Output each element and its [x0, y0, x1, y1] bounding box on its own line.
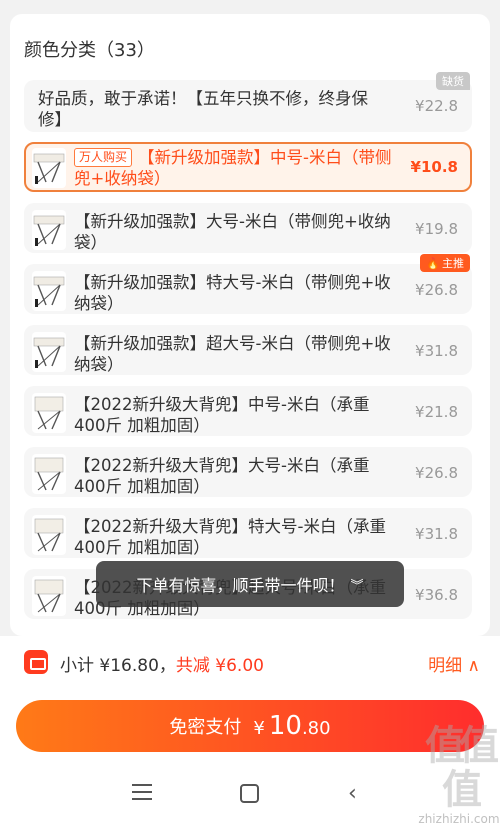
product-thumbnail	[32, 515, 66, 555]
recommended-badge: 🔥 主推	[420, 254, 470, 272]
option-item[interactable]: 【新升级加强款】超大号-米白（带侧兜+收纳袋） ¥31.8	[24, 325, 472, 375]
coupon-icon	[24, 650, 48, 674]
option-price: ¥31.8	[415, 342, 458, 360]
option-price: ¥22.8	[415, 97, 458, 115]
option-item[interactable]: 【2022新升级大背兜】中号-米白（承重400斤 加粗加固） ¥21.8	[24, 386, 472, 436]
product-thumbnail	[32, 332, 66, 372]
product-thumbnail	[32, 148, 66, 188]
watermark-text: zhizhizhi.com	[418, 812, 500, 824]
pay-currency: ¥	[253, 718, 265, 739]
option-label: 万人购买 【新升级加强款】中号-米白（带侧兜+收纳袋）	[74, 147, 394, 189]
option-label: 【新升级加强款】大号-米白（带侧兜+收纳袋）	[74, 212, 391, 252]
pay-amount-dec: .80	[301, 718, 331, 739]
option-price: ¥10.8	[410, 158, 458, 176]
home-icon[interactable]	[240, 784, 259, 803]
option-label: 【2022新升级大背兜】大号-米白（承重400斤 加粗加固）	[74, 456, 370, 496]
popular-tag: 万人购买	[74, 148, 133, 167]
product-thumbnail	[32, 576, 66, 616]
section-title: 颜色分类（33）	[24, 40, 155, 61]
double-chevron-down-icon: ︾	[350, 578, 364, 594]
price-summary-bar: 小计 ¥16.80，共减 ¥6.00 明细 ∧	[0, 636, 500, 690]
product-thumbnail	[32, 454, 66, 494]
option-price: ¥21.8	[415, 403, 458, 421]
pay-button-label: 免密支付	[169, 717, 242, 738]
recommended-badge-label: 主推	[442, 257, 464, 270]
toast-text: 下单有惊喜，顺手带一件呗！	[136, 576, 345, 595]
product-thumbnail	[32, 271, 66, 311]
pay-button[interactable]: 免密支付 ¥10.80	[16, 700, 484, 752]
option-item-selected[interactable]: 万人购买 【新升级加强款】中号-米白（带侧兜+收纳袋） ¥10.8	[24, 142, 472, 192]
option-price: ¥19.8	[415, 220, 458, 238]
flame-icon: 🔥	[426, 256, 440, 270]
option-label: 【新升级加强款】特大号-米白（带侧兜+收纳袋）	[74, 273, 391, 313]
option-price: ¥36.8	[415, 586, 458, 604]
pay-amount-int: 10	[268, 711, 302, 741]
detail-label: 明细	[428, 656, 463, 676]
option-item[interactable]: 好品质，敢于承诺！【五年只换不修，终身保修】 ¥22.8 缺货	[24, 72, 472, 132]
option-item[interactable]: 【新升级加强款】大号-米白（带侧兜+收纳袋） ¥19.8	[24, 203, 472, 253]
product-thumbnail	[32, 393, 66, 433]
discount-text: 共减 ¥6.00	[175, 656, 264, 676]
detail-toggle[interactable]: 明细 ∧	[428, 651, 480, 676]
product-thumbnail	[32, 210, 66, 250]
pay-amount: ¥10.80	[253, 711, 330, 741]
option-item[interactable]: 【新升级加强款】特大号-米白（带侧兜+收纳袋） ¥26.8 🔥 主推	[24, 254, 472, 314]
option-item[interactable]: 【2022新升级大背兜】特大号-米白（承重400斤 加粗加固） ¥31.8	[24, 508, 472, 558]
option-item[interactable]: 【2022新升级大背兜】大号-米白（承重400斤 加粗加固） ¥26.8	[24, 447, 472, 497]
color-category-panel: 颜色分类（33） 好品质，敢于承诺！【五年只换不修，终身保修】 ¥22.8 缺货…	[10, 14, 490, 636]
option-label: 【新升级加强款】超大号-米白（带侧兜+收纳袋）	[74, 334, 391, 374]
promo-toast[interactable]: 下单有惊喜，顺手带一件呗！ ︾	[96, 561, 404, 607]
back-icon[interactable]: ‹	[348, 783, 357, 805]
chevron-up-icon: ∧	[467, 656, 480, 676]
option-label: 【2022新升级大背兜】中号-米白（承重400斤 加粗加固）	[74, 395, 370, 435]
price-summary: 小计 ¥16.80，共减 ¥6.00	[60, 651, 264, 676]
option-label: 【2022新升级大背兜】特大号-米白（承重400斤 加粗加固）	[74, 517, 386, 557]
option-label: 好品质，敢于承诺！【五年只换不修，终身保修】	[38, 89, 368, 129]
option-price: ¥31.8	[415, 525, 458, 543]
watermark-logo: 值值值	[425, 723, 499, 813]
subtotal-text: 小计 ¥16.80，	[60, 656, 176, 676]
option-price: ¥26.8	[415, 464, 458, 482]
out-of-stock-badge: 缺货	[436, 72, 470, 90]
option-price: ¥26.8	[415, 281, 458, 299]
watermark: 值值值 zhizhizhi.com	[418, 724, 500, 824]
menu-icon[interactable]	[132, 784, 152, 802]
